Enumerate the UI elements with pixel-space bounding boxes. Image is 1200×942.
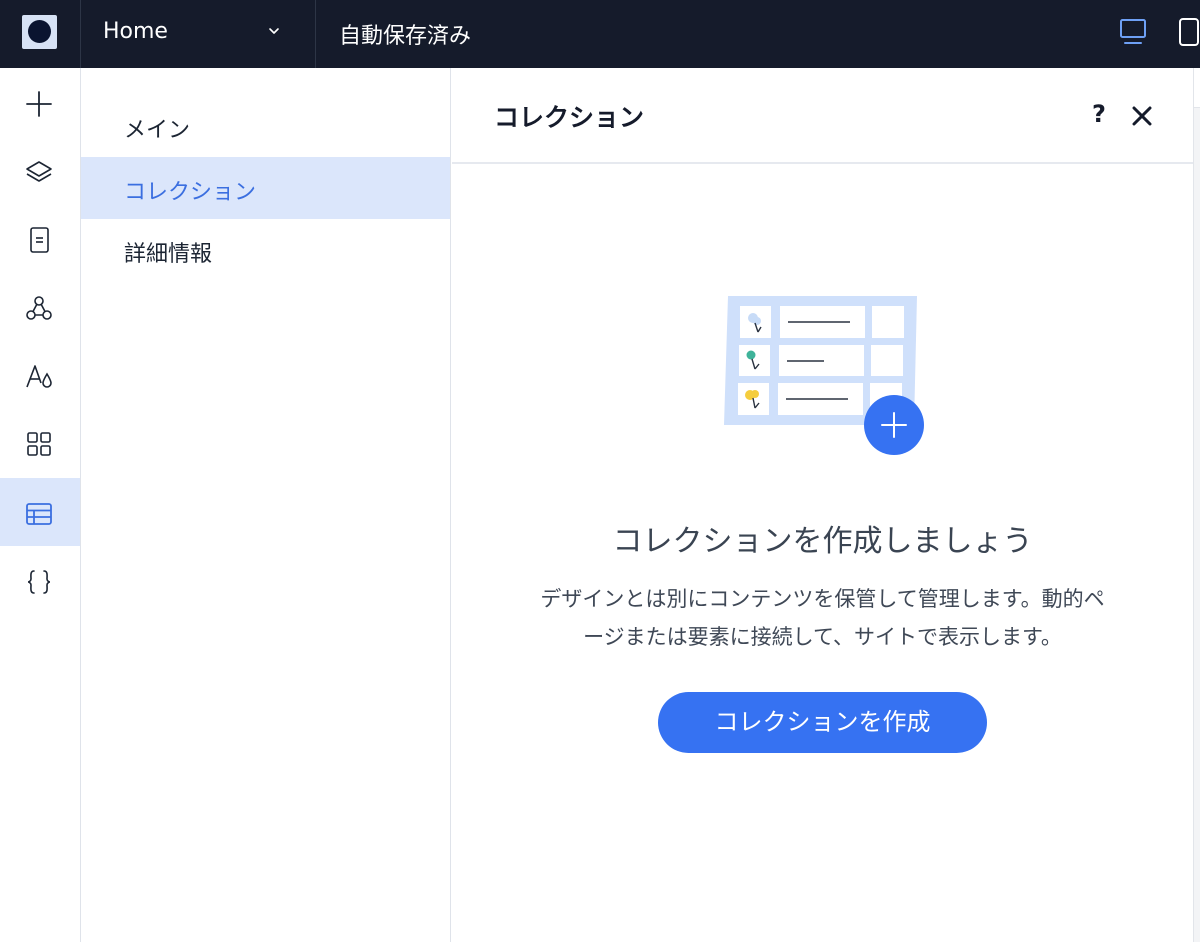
chevron-down-icon: [269, 28, 279, 34]
autosave-status: 自動保存済み: [339, 24, 472, 49]
left-tool-rail: [0, 68, 81, 942]
add-elements-button[interactable]: [0, 68, 80, 136]
subpanel-item-label: メイン: [124, 118, 191, 143]
grid-apps-icon: [27, 432, 51, 456]
subpanel-item-details[interactable]: 詳細情報: [81, 219, 450, 281]
subpanel-item-collections[interactable]: コレクション: [81, 157, 450, 219]
theme-button[interactable]: [0, 340, 80, 408]
panel-header: コレクション ?: [452, 68, 1193, 164]
close-icon[interactable]: [1128, 102, 1156, 130]
mobile-icon[interactable]: [1176, 16, 1200, 48]
subpanel-item-label: 詳細情報: [124, 242, 213, 267]
apps-button[interactable]: [0, 272, 80, 340]
empty-state-description: デザインとは別にコンテンツを保管して管理します。動的ペ ージまたは要素に接続して…: [492, 580, 1153, 656]
subpanel-item-main[interactable]: メイン: [81, 95, 450, 157]
theme-font-icon: [26, 365, 52, 388]
page-selector[interactable]: Home: [81, 0, 316, 68]
panel-title: コレクション: [494, 103, 645, 132]
collections-panel: コレクション ? コレクションを作成しましょう デザインとは別にコンテンツを保管…: [452, 68, 1193, 942]
subpanel-item-label: コレクション: [124, 180, 257, 205]
cms-button[interactable]: [0, 478, 80, 546]
create-collection-button[interactable]: コレクションを作成: [658, 692, 987, 753]
business-apps-button[interactable]: [0, 408, 80, 476]
empty-state-description-line: ージまたは要素に接続して、サイトで表示します。: [583, 625, 1062, 649]
logo-icon: [22, 15, 57, 49]
page-icon: [30, 227, 49, 253]
help-button[interactable]: ?: [1085, 100, 1113, 132]
table-cms-icon: [26, 503, 52, 525]
code-button[interactable]: [0, 546, 80, 614]
page-name: Home: [103, 19, 168, 44]
top-bar: Home 自動保存済み: [0, 0, 1200, 68]
pages-button[interactable]: [0, 204, 80, 272]
plus-icon: [26, 91, 52, 117]
apps-network-icon: [26, 296, 52, 320]
desktop-icon[interactable]: [1119, 17, 1147, 47]
cms-subpanel: メイン コレクション 詳細情報: [81, 68, 451, 942]
empty-state-title: コレクションを作成しましょう: [612, 524, 1033, 559]
canvas-edge: [1193, 68, 1200, 942]
layers-button[interactable]: [0, 136, 80, 204]
logo-button[interactable]: [0, 0, 81, 68]
empty-state-description-line: デザインとは別にコンテンツを保管して管理します。動的ペ: [540, 587, 1105, 611]
layers-icon: [26, 161, 52, 182]
code-braces-icon: [27, 570, 51, 594]
empty-collection-illustration: [724, 296, 924, 455]
